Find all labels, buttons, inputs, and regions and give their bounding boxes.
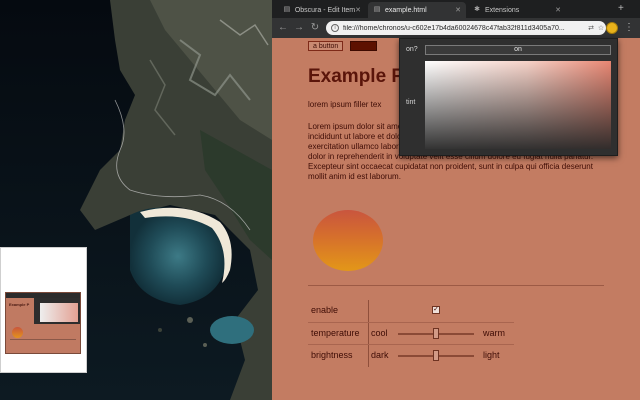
brightness-slider-thumb[interactable] (433, 350, 439, 361)
slider-min-label: dark (371, 350, 389, 360)
window-thumbnail[interactable]: Example P (0, 247, 87, 373)
on-label: on? (406, 46, 418, 53)
tab-label: Extensions (485, 6, 520, 14)
thumbnail-circle (12, 327, 23, 338)
column-divider (368, 300, 369, 322)
slider-min-label: cool (371, 328, 388, 338)
control-row-brightness: brightness dark light (308, 344, 514, 367)
control-label: brightness (311, 350, 353, 360)
close-icon[interactable]: ✕ (555, 6, 561, 14)
thumbnail-page-preview: Example P (5, 292, 81, 354)
filler-text: lorem ipsum filler tex (308, 100, 382, 109)
extension-icon[interactable] (606, 22, 618, 34)
control-label: temperature (311, 328, 360, 338)
slider-max-label: warm (483, 328, 505, 338)
page-title: Example P (308, 66, 405, 87)
controls-table: enable ✓ temperature cool warm brightnes… (308, 300, 514, 367)
page-icon: ▤ (283, 6, 291, 13)
control-row-temperature: temperature cool warm (308, 322, 514, 345)
tint-label: tint (406, 99, 416, 106)
star-icon[interactable]: ☆ (596, 24, 606, 32)
reload-icon[interactable]: ↻ (308, 21, 322, 35)
tab-strip: ▤ Obscura - Edit Item ✕ ▤ example.html ✕… (272, 0, 640, 18)
enable-checkbox[interactable]: ✓ (432, 306, 440, 314)
control-row-enable: enable ✓ (308, 300, 514, 322)
forward-icon[interactable]: → (292, 21, 306, 35)
tab-obscura[interactable]: ▤ Obscura - Edit Item ✕ (278, 2, 366, 18)
thumbnail-popup (34, 298, 80, 324)
tab-label: example.html (385, 6, 427, 14)
close-icon[interactable]: ✕ (355, 6, 361, 14)
on-toggle[interactable]: on (425, 45, 611, 55)
column-divider (368, 345, 369, 367)
new-tab-icon[interactable]: + (618, 3, 624, 14)
puzzle-icon: ✱ (474, 6, 480, 13)
control-label: enable (311, 305, 339, 315)
address-bar[interactable]: i file:///home/chronos/u-c602e17b4da6002… (326, 21, 606, 35)
info-icon[interactable]: i (331, 24, 339, 32)
divider (308, 285, 604, 286)
slider-max-label: light (483, 350, 500, 360)
extension-popup: on? on tint (399, 38, 618, 156)
browser-toolbar: ← → ↻ i file:///home/chronos/u-c602e17b4… (272, 18, 640, 38)
tint-color-picker[interactable] (425, 61, 611, 149)
translate-icon[interactable]: ⇄ (586, 24, 596, 32)
page-icon: ▤ (373, 6, 381, 13)
tab-extensions[interactable]: ✱ Extensions ✕ (468, 2, 566, 18)
thumbnail-controls (10, 339, 76, 351)
a-button[interactable]: a button (308, 41, 344, 51)
color-swatch[interactable] (350, 41, 377, 51)
gradient-circle (313, 210, 383, 271)
back-icon[interactable]: ← (276, 21, 290, 35)
menu-icon[interactable]: ⋮ (624, 21, 634, 35)
tab-label: Obscura - Edit Item (294, 6, 356, 14)
thumbnail-title: Example P (9, 302, 30, 307)
close-icon[interactable]: ✕ (455, 6, 461, 14)
column-divider (368, 323, 369, 345)
url-text: file:///home/chronos/u-c602e17b4da600246… (343, 24, 565, 32)
temperature-slider-thumb[interactable] (433, 328, 439, 339)
tab-example[interactable]: ▤ example.html ✕ (368, 2, 466, 18)
